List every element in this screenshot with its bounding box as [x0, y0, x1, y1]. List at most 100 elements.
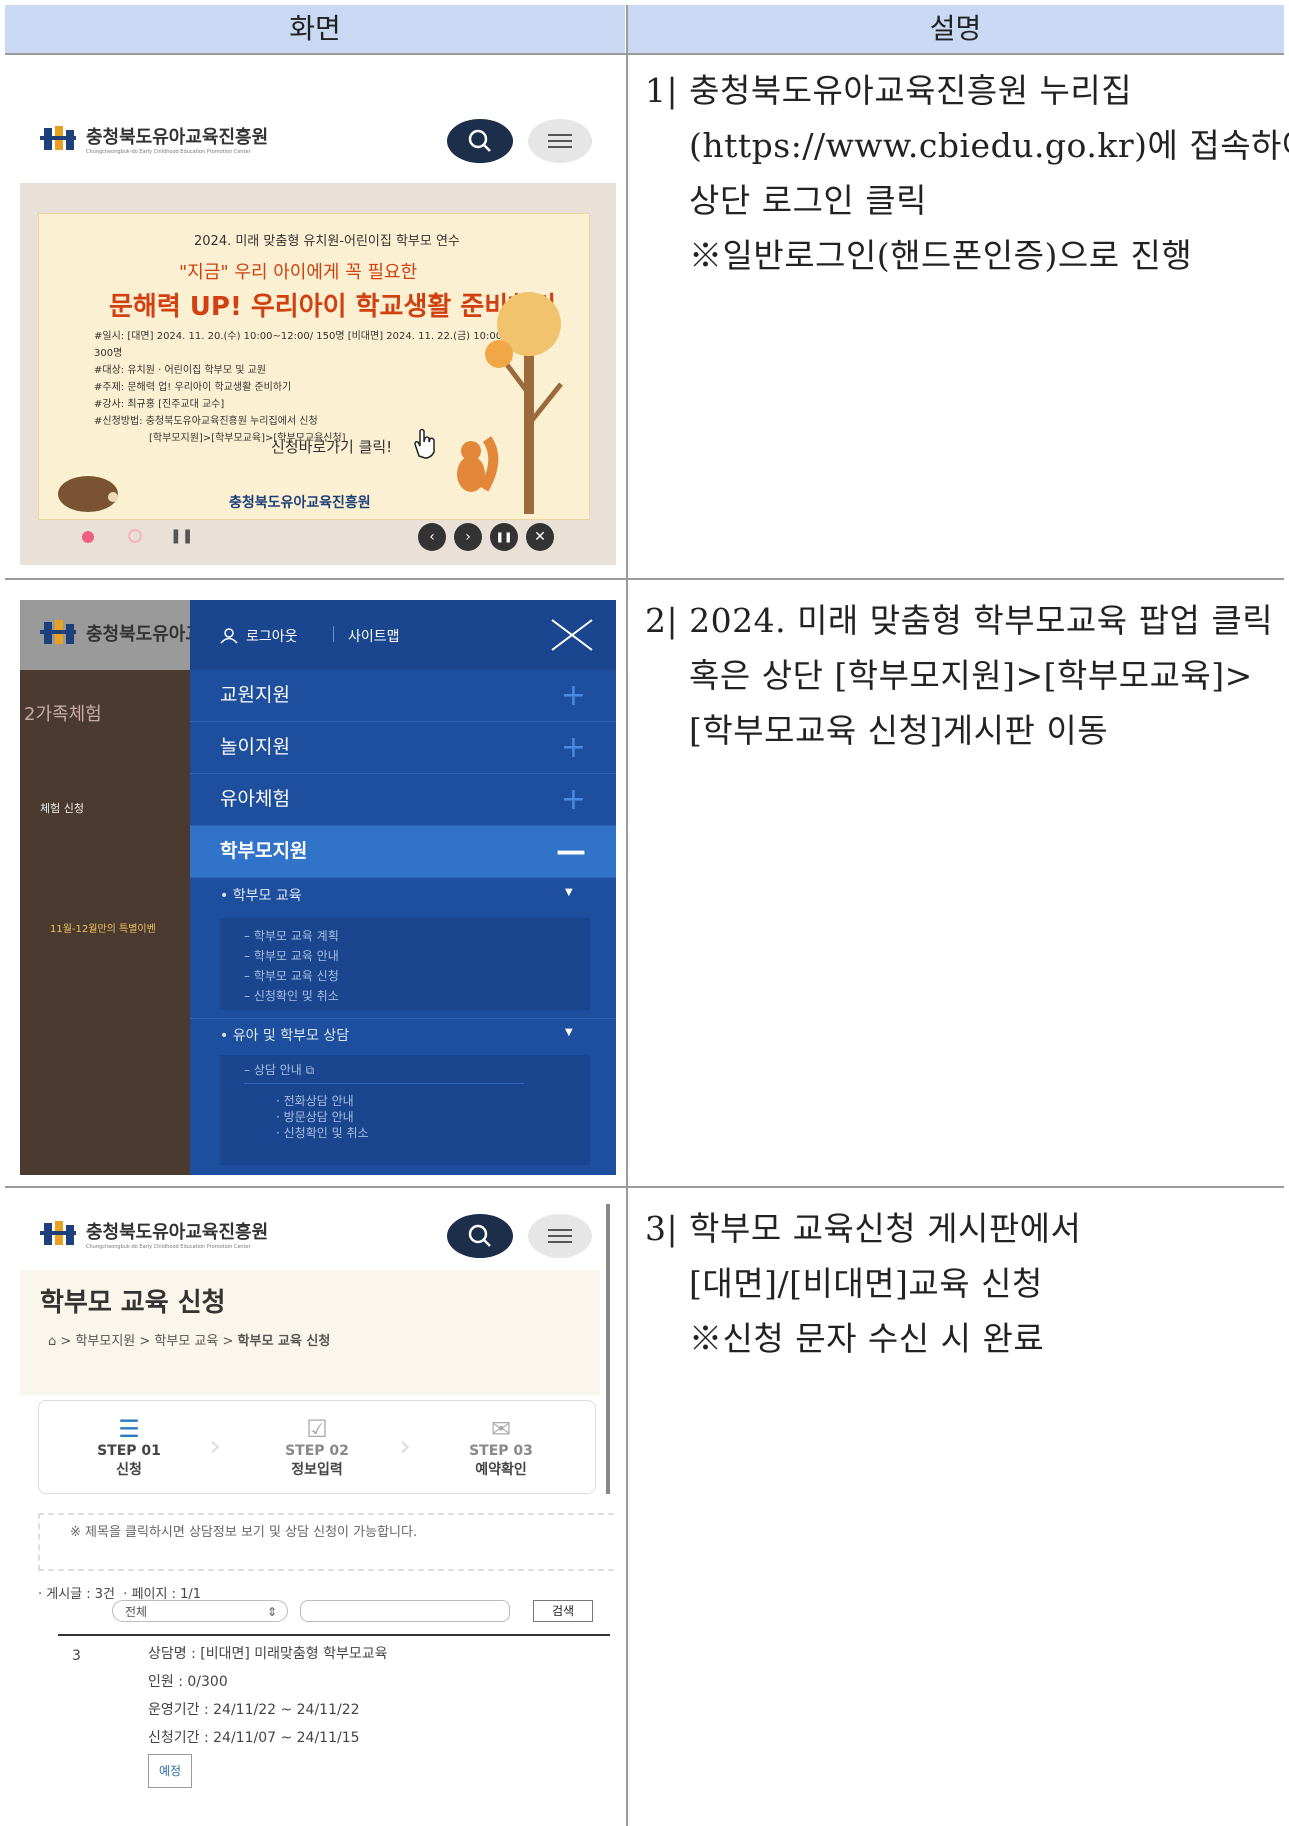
menu-item-experience[interactable]: 유아체험 + — [190, 774, 616, 826]
checklist-icon: ☑ — [306, 1415, 328, 1443]
step-number: STEP 02 — [285, 1443, 349, 1459]
screen-menu: 충청북도유아교육진흥원 2가족체험 체험 신청 11월-12월만의 특별이벤 로… — [20, 600, 616, 1175]
breadcrumb-item[interactable]: 학부모 교육 — [154, 1334, 218, 1349]
slide-dot[interactable] — [128, 529, 142, 543]
event-poster[interactable]: 2024. 미래 맞춤형 유치원-어린이집 학부모 연수 "지금" 우리 아이에… — [38, 213, 590, 520]
header-screen: 화면 — [5, 5, 625, 53]
description-1: 1| 충청북도유아교육진흥원 누리집 (https://www.cbiedu.g… — [645, 63, 1289, 283]
logo-icon — [40, 620, 76, 644]
close-icon[interactable] — [550, 618, 594, 652]
poster-sub: "지금" 우리 아이에게 꼭 필요한 — [179, 262, 418, 283]
step-label: 정보입력 — [291, 1462, 343, 1478]
submenu-link[interactable]: – 학부모 교육 신청 — [244, 966, 339, 986]
scrollbar[interactable] — [606, 1204, 610, 1494]
screen-home: 충청북도유아교육진흥원 Chungcheongbuk-do Early Chil… — [20, 95, 616, 565]
description-2: 2| 2024. 미래 맞춤형 학부모교육 팝업 클릭 혹은 상단 [학부모지원… — [645, 593, 1275, 758]
desc-line: 3| 학부모 교육신청 게시판에서 — [645, 1209, 1082, 1248]
divider — [190, 1018, 616, 1019]
poster-cta[interactable]: 신청바로가기 클릭! — [271, 436, 392, 457]
search-input[interactable] — [300, 1600, 510, 1622]
submenu-link[interactable]: – 학부모 교육 안내 — [244, 946, 339, 966]
step-number: STEP 03 — [469, 1443, 533, 1459]
sitemap-link[interactable]: 사이트맵 — [348, 626, 400, 646]
background-text: 2가족체험 — [24, 704, 102, 725]
desc-line: [대면]/[비대면]교육 신청 — [689, 1264, 1043, 1303]
submenu-link[interactable]: · 방문상담 안내 — [276, 1109, 369, 1125]
post-count-text: 게시글 : 3건 — [46, 1587, 116, 1602]
submenu-parent-edu[interactable]: • 학부모 교육 — [220, 885, 302, 905]
chevron-right-icon: › — [209, 1429, 221, 1464]
submenu-link[interactable]: – 신청확인 및 취소 — [244, 986, 339, 1006]
submenu-list: – 상담 안내 ⧉ · 전화상담 안내 · 방문상담 안내 · 신청확인 및 취… — [220, 1055, 590, 1165]
hero-banner: 2024. 미래 맞춤형 유치원-어린이집 학부모 연수 "지금" 우리 아이에… — [20, 183, 616, 565]
board-top-rule — [58, 1634, 610, 1636]
close-icon[interactable]: ✕ — [526, 523, 554, 551]
menu-item-play[interactable]: 놀이지원 + — [190, 722, 616, 774]
dimmed-content: 2가족체험 체험 신청 11월-12월만의 특별이벤 — [20, 670, 190, 1175]
breadcrumb-current: 학부모 교육 신청 — [237, 1334, 331, 1349]
menu-button[interactable] — [528, 119, 592, 163]
entry-name[interactable]: 상담명 : [비대면] 미래맞춤형 학부모교육 — [148, 1640, 588, 1668]
submenu-link-label: 전화상담 안내 — [283, 1094, 354, 1108]
search-category-select[interactable]: 전체 ⇕ — [112, 1600, 288, 1622]
row-divider — [5, 1186, 1284, 1188]
step-1: ☰ STEP 01 신청 — [79, 1415, 179, 1479]
hamburger-icon — [548, 1229, 572, 1243]
desc-line: 1| 충청북도유아교육진흥원 누리집 — [645, 71, 1133, 110]
chevron-down-icon: ▼ — [565, 1027, 573, 1038]
menu-top-bar: 로그아웃 사이트맵 — [190, 600, 616, 670]
board-entry[interactable]: 상담명 : [비대면] 미래맞춤형 학부모교육 인원 : 0/300 운영기간 … — [148, 1640, 588, 1788]
site-name: 충청북도유아교육진흥원 — [86, 1222, 269, 1243]
submenu-counsel[interactable]: • 유아 및 학부모 상담 — [220, 1025, 349, 1045]
site-logo[interactable]: 충청북도유아교육진흥원 Chungcheongbuk-do Early Chil… — [38, 123, 268, 155]
desc-line: 2| 2024. 미래 맞춤형 학부모교육 팝업 클릭 — [645, 601, 1274, 640]
status-badge: 예정 — [148, 1754, 193, 1788]
submenu-link[interactable]: – 상담 안내 ⧉ — [244, 1061, 314, 1078]
step-3: ✉ STEP 03 예약확인 — [451, 1415, 551, 1479]
home-icon[interactable]: ⌂ — [48, 1334, 56, 1349]
screen-board: 충청북도유아교육진흥원 Chungcheongbuk-do Early Chil… — [20, 1200, 616, 1826]
minus-icon: — — [556, 834, 586, 869]
step-number: STEP 01 — [97, 1443, 161, 1459]
prev-arrow-icon[interactable]: ‹ — [418, 523, 446, 551]
divider — [244, 1083, 524, 1084]
pause-icon[interactable]: ❚❚ — [170, 528, 193, 544]
poster-footer-logo: 충청북도유아교육진흥원 — [229, 495, 371, 511]
submenu-link[interactable]: – 학부모 교육 계획 — [244, 926, 339, 946]
row-divider — [5, 578, 1284, 580]
next-arrow-icon[interactable]: › — [454, 523, 482, 551]
chevron-down-icon: ▼ — [565, 887, 573, 898]
desc-line: ※신청 문자 수신 시 완료 — [689, 1319, 1045, 1358]
desc-line: [학부모교육 신청]게시판 이동 — [689, 711, 1109, 750]
submenu-link-label: 학부모 교육 신청 — [253, 969, 339, 983]
menu-item-teacher[interactable]: 교원지원 + — [190, 670, 616, 722]
site-name-en: Chungcheongbuk-do Early Childhood Educat… — [86, 1244, 251, 1250]
search-button[interactable] — [447, 1214, 513, 1258]
select-value: 전체 — [125, 1605, 148, 1619]
menu-button[interactable] — [528, 1214, 592, 1258]
logo-icon — [40, 126, 76, 150]
submenu-link[interactable]: · 신청확인 및 취소 — [276, 1125, 369, 1141]
logo-icon — [40, 1221, 76, 1245]
submenu-link[interactable]: · 전화상담 안내 — [276, 1093, 369, 1109]
breadcrumb-item[interactable]: 학부모지원 — [75, 1334, 135, 1349]
search-submit-button[interactable]: 검색 — [533, 1600, 593, 1622]
slide-dot-active[interactable] — [82, 531, 94, 543]
site-name-en: Chungcheongbuk-do Early Childhood Educat… — [86, 149, 251, 155]
menu-item-label: 학부모지원 — [220, 840, 308, 862]
hamburger-icon — [548, 134, 572, 148]
menu-item-label: 교원지원 — [220, 684, 290, 706]
submenu-link-label: 신청확인 및 취소 — [253, 989, 339, 1003]
submenu-link-label: 방문상담 안내 — [283, 1110, 354, 1124]
search-button[interactable] — [447, 119, 513, 163]
plus-icon: + — [560, 782, 586, 817]
site-logo[interactable]: 충청북도유아교육진흥원 Chungcheongbuk-do Early Chil… — [38, 1218, 268, 1250]
desc-line: (https://www.cbiedu.go.kr)에 접속하여 — [689, 126, 1289, 165]
chevron-updown-icon: ⇕ — [266, 1605, 277, 1619]
desc-line: ※일반로그인(핸드폰인증)으로 진행 — [689, 236, 1193, 275]
pause-icon[interactable]: ❚❚ — [490, 523, 518, 551]
entry-apply-period: 신청기간 : 24/11/07 ~ 24/11/15 — [148, 1730, 360, 1746]
menu-item-parents[interactable]: 학부모지원 — — [190, 826, 616, 878]
logout-link[interactable]: 로그아웃 — [246, 626, 298, 646]
plus-icon: + — [560, 730, 586, 765]
